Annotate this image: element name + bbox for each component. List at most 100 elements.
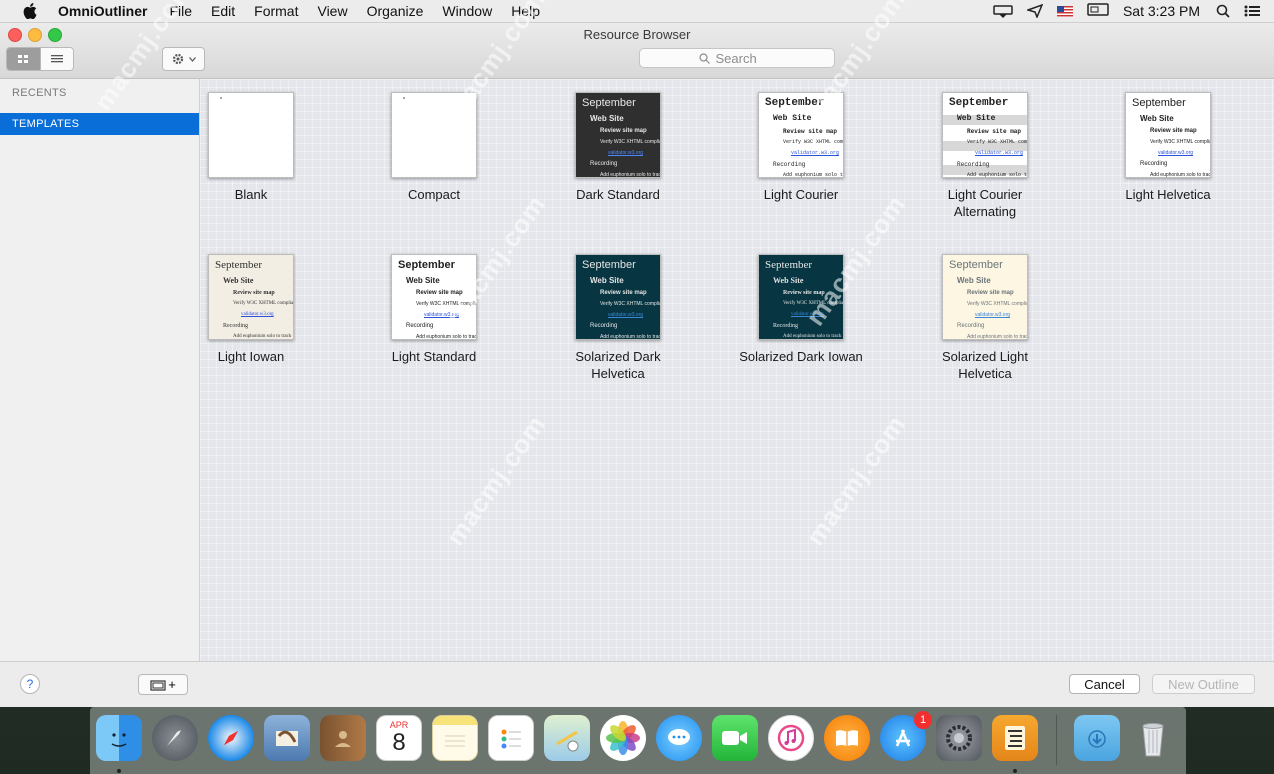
notification-center-icon[interactable] [1244,5,1260,17]
thumbnail-text: Add euphonium solo to track [233,334,292,339]
view-mode-segmented-control [6,47,74,71]
menu-help[interactable]: Help [511,3,540,19]
thumbnail-text: Web Site [223,276,254,285]
menu-window[interactable]: Window [442,3,492,19]
search-input[interactable] [715,50,776,66]
thumbnail-text: Verify W3C XHTML complian [416,301,477,307]
notes-icon[interactable] [432,715,478,761]
downloads-folder-icon[interactable] [1074,715,1120,761]
template-label: Blank [234,187,268,202]
finder-icon[interactable] [96,715,142,761]
thumbnail-text: validator.w3.org [975,150,1024,156]
sidebar-item-recents[interactable]: RECENTS [12,87,67,99]
facetime-icon[interactable] [712,715,758,761]
template-tile[interactable]: September Web Site Review site map Verify W… [731,254,871,365]
template-tile[interactable]: September Web Site Review site map Verify W… [364,254,504,365]
thumbnail-text: Add euphonium solo to track [783,172,844,178]
sidebar-item-templates[interactable]: TEMPLATES [0,113,199,135]
airplay-display-icon[interactable] [1087,3,1109,19]
template-label: Light Helvetica [1125,187,1211,202]
template-thumbnail: September Web Site Review site map Verify W… [391,254,477,340]
template-tile[interactable]: September Web Site Review site map Verify W… [915,92,1055,220]
thumbnail-text: Add euphonium solo to track [416,334,477,340]
menu-format[interactable]: Format [254,3,298,19]
thumbnail-text: validator.w3.org [608,150,644,156]
add-resource-button[interactable]: + [138,674,188,695]
resource-folder-icon [150,679,166,691]
thumbnail-text: Add euphonium solo to track [967,334,1028,340]
thumbnail-text: Recording [957,161,990,168]
list-view-button[interactable] [39,48,74,70]
menu-file[interactable]: File [169,3,192,19]
template-label: Light Standard [391,349,477,364]
running-indicator [1013,769,1017,773]
thumbnail-text: September [582,259,636,271]
thumbnail-text: Review site map [783,128,838,135]
thumbnail-text: validator.w3.org [975,312,1011,318]
app-store-icon[interactable]: 1 [880,711,932,761]
template-tile[interactable]: September Web Site Review site map Verify W… [1098,92,1238,203]
bottom-bar: ? + Cancel New Outline [0,661,1274,707]
template-tile[interactable]: September Web Site Review site map Verify W… [731,92,871,203]
template-tile[interactable]: September Web Site Review site map Verify W… [548,254,688,382]
dock: APR 8 1 [90,707,1186,774]
template-label: Dark Standard [576,187,660,202]
menu-edit[interactable]: Edit [211,3,235,19]
search-field[interactable] [639,48,835,68]
drive-icon[interactable] [993,4,1013,18]
photos-icon[interactable] [600,715,646,761]
messages-icon[interactable] [656,715,702,761]
thumbnail-text: Recording [957,323,985,329]
contacts-icon[interactable] [320,715,366,761]
ibooks-icon[interactable] [824,715,870,761]
spotlight-search-icon[interactable] [1216,4,1230,18]
thumbnail-text: Recording [773,323,798,329]
template-label: Light Courier Alternating [947,187,1023,219]
help-button[interactable]: ? [20,674,40,694]
thumbnail-text: validator.w3.org [1158,150,1194,156]
add-resource-label: + [168,677,176,692]
launchpad-icon[interactable] [152,715,198,761]
running-indicator [117,769,121,773]
notification-badge: 1 [914,711,932,729]
location-icon[interactable] [1026,4,1043,18]
template-tile[interactable]: September Web Site Review site map Verify W… [915,254,1055,382]
template-thumbnail: September Web Site Review site map Verify W… [208,254,294,340]
mail-icon[interactable] [264,715,310,761]
template-label: Light Courier [763,187,839,202]
thumbnail-text: September [398,259,455,271]
cancel-button[interactable]: Cancel [1069,674,1140,694]
dock-separator [1056,715,1057,765]
itunes-icon[interactable] [768,715,814,761]
search-icon [698,52,710,64]
grid-view-button[interactable] [7,48,40,70]
calendar-icon[interactable]: APR 8 [376,715,422,761]
thumbnail-text: Recording [773,161,806,168]
template-tile[interactable]: Compact [364,92,504,203]
thumbnail-text: Review site map [1150,128,1197,134]
menu-clock[interactable]: Sat 3:23 PM [1123,3,1200,19]
trash-icon[interactable] [1130,715,1176,761]
template-tile[interactable]: September Web Site Review site map Verify W… [181,254,321,365]
menu-app-name[interactable]: OmniOutliner [58,3,147,19]
title-bar: Resource Browser [0,23,1274,79]
thumbnail-text: Review site map [600,290,647,296]
apple-icon[interactable] [22,3,38,19]
menu-organize[interactable]: Organize [367,3,424,19]
action-menu-button[interactable] [162,47,205,71]
reminders-icon[interactable] [488,715,534,761]
list-icon [50,55,63,63]
system-preferences-icon[interactable] [936,715,982,761]
us-flag-icon[interactable] [1056,5,1073,17]
thumbnail-text: Review site map [783,290,825,296]
omnioutliner-icon[interactable] [992,715,1038,761]
maps-icon[interactable] [544,715,590,761]
template-tile[interactable]: Blank [181,92,321,203]
template-thumbnail: September Web Site Review site map Verify W… [1125,92,1211,178]
new-outline-button[interactable]: New Outline [1152,674,1255,694]
menu-view[interactable]: View [317,3,347,19]
template-thumbnail [391,92,477,178]
template-tile[interactable]: September Web Site Review site map Verify W… [548,92,688,203]
thumbnail-text: September [765,259,813,271]
safari-icon[interactable] [208,715,254,761]
